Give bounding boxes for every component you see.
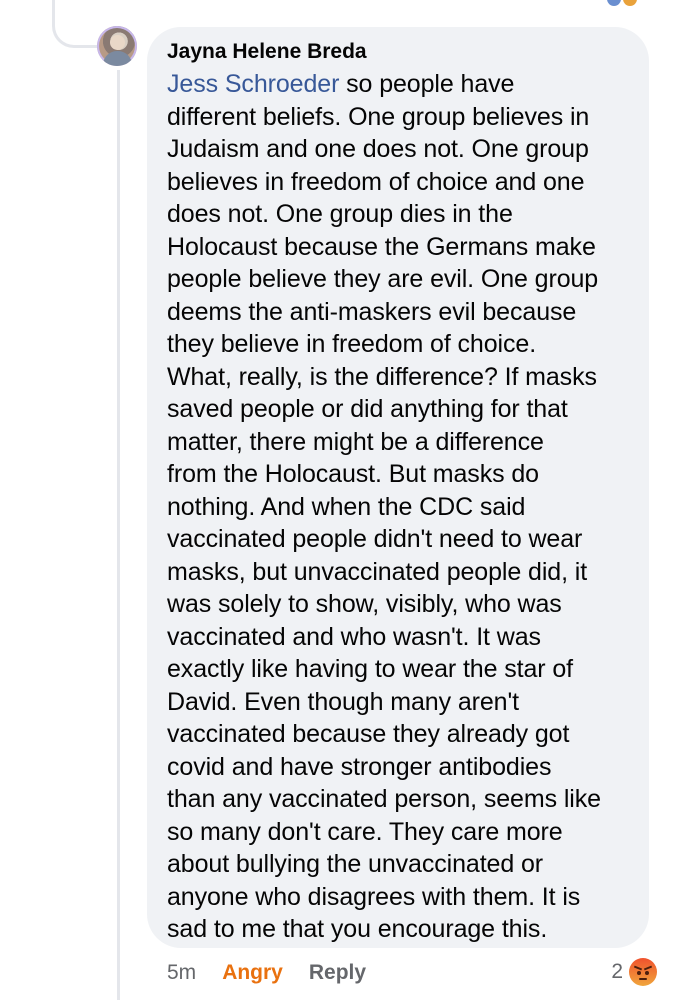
avatar-face <box>110 35 125 50</box>
comment-line: exactly like having to wear the star of <box>167 655 574 683</box>
comment-line: covid and have stronger antibodies <box>167 752 552 781</box>
comment-line: vaccinated people didn't need to wear <box>167 525 583 553</box>
thread-connector-curve <box>52 0 98 48</box>
angry-reaction-button[interactable]: Angry <box>222 960 283 986</box>
haha-reaction-icon <box>623 0 637 6</box>
comment-line: saved people or did anything for that <box>167 395 568 423</box>
comment-line: vaccinated because they already got <box>167 720 570 748</box>
comment-line: What, really, is the difference? If mask… <box>167 362 597 391</box>
comment-line: different beliefs. One group believes in <box>167 102 590 131</box>
comment-line: Jess Schroeder so people have <box>167 68 631 101</box>
comment-line-fragment: so people have <box>339 70 515 98</box>
comment-actions: 5m Angry Reply <box>167 960 366 986</box>
comment-line: was solely to show, visibly, who was <box>167 590 562 618</box>
reaction-count: 2 <box>611 960 623 983</box>
comment-bubble: Jayna Helene Breda Jess Schroeder so peo… <box>147 27 649 948</box>
like-reaction-icon <box>607 0 621 6</box>
comment-line: people believe they are evil. One group <box>167 265 599 293</box>
comment-line: Judaism and one does not. One group <box>167 135 589 163</box>
angry-reaction-icon <box>629 958 657 986</box>
comment-line: from the Holocaust. But masks do <box>167 460 539 488</box>
comment-author[interactable]: Jayna Helene Breda <box>167 39 631 65</box>
comment-line: David. Even though many aren't <box>167 687 519 716</box>
comment-line: about bullying the unvaccinated or <box>167 850 544 878</box>
comment-line: than any vaccinated person, seems like <box>167 785 601 813</box>
comment-line: believes in freedom of choice and one <box>167 167 585 196</box>
comment-line: so many don't care. They care more <box>167 817 563 846</box>
comment-line: matter, there might be a difference <box>167 427 544 456</box>
comment-line: anyone who disagrees with them. It is <box>167 882 581 911</box>
comment-line: they believe in freedom of choice. <box>167 330 537 358</box>
comment-line: nothing. And when the CDC said <box>167 492 526 521</box>
comment-line: masks, but unvaccinated people did, it <box>167 557 588 586</box>
comment-line: deems the anti-maskers evil because <box>167 297 577 326</box>
avatar-shoulders <box>103 51 132 66</box>
comment-line: vaccinated and who wasn't. It was <box>167 622 541 651</box>
previous-reaction-icons <box>607 0 637 6</box>
reply-button[interactable]: Reply <box>309 960 366 986</box>
comment-line: Holocaust because the Germans make <box>167 232 596 261</box>
mention-link[interactable]: Jess Schroeder <box>167 70 339 98</box>
comment-text: Jess Schroeder so people have different … <box>167 68 631 946</box>
comment-line: does not. One group dies in the <box>167 200 513 228</box>
avatar[interactable] <box>97 26 137 66</box>
reaction-summary[interactable]: 2 <box>611 958 657 986</box>
timestamp[interactable]: 5m <box>167 960 196 986</box>
comment-line: sad to me that you encourage this. <box>167 915 548 943</box>
thread-line <box>117 70 120 1000</box>
